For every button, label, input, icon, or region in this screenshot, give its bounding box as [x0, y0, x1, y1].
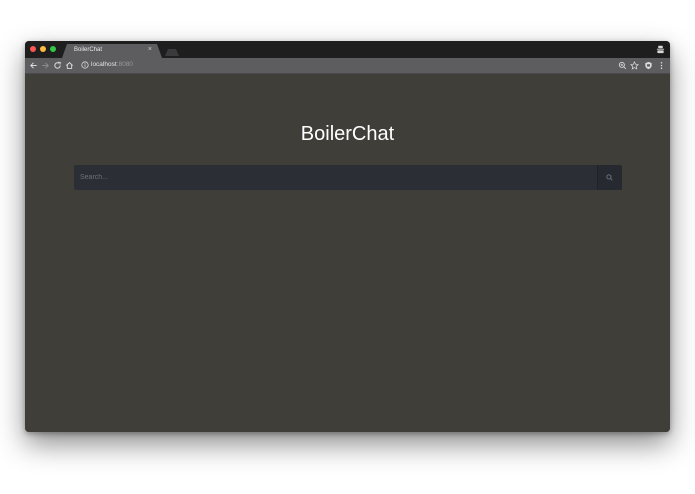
- browser-window: BoilerChat × localhost:8080 BoilerChat S…: [25, 41, 670, 432]
- tab-strip: BoilerChat ×: [25, 41, 670, 58]
- zoom-window-button[interactable]: [50, 46, 56, 52]
- url-host: localhost: [91, 61, 117, 68]
- url-port: :8080: [116, 61, 133, 68]
- tab-title: BoilerChat: [74, 47, 103, 53]
- tab-close-icon[interactable]: ×: [148, 46, 152, 54]
- url-text: localhost:8080: [91, 61, 133, 68]
- info-icon[interactable]: [81, 61, 89, 69]
- profile-icon[interactable]: [656, 45, 665, 54]
- star-icon[interactable]: [630, 61, 639, 70]
- page-content: BoilerChat: [25, 74, 670, 432]
- new-tab-button[interactable]: [165, 49, 179, 56]
- minimize-window-button[interactable]: [40, 46, 46, 52]
- menu-dots-icon[interactable]: [657, 61, 666, 70]
- search-button[interactable]: [597, 165, 622, 190]
- extension-shield-icon[interactable]: [644, 61, 653, 70]
- reload-icon[interactable]: [53, 61, 62, 70]
- window-controls: [30, 46, 56, 52]
- search-icon: [606, 174, 613, 181]
- browser-toolbar: localhost:8080: [25, 58, 670, 74]
- search-bar: [74, 165, 622, 190]
- zoom-icon[interactable]: [618, 61, 627, 70]
- address-bar[interactable]: localhost:8080: [78, 60, 638, 71]
- tab-boilerchat[interactable]: BoilerChat ×: [62, 44, 162, 58]
- back-icon[interactable]: [29, 61, 38, 70]
- home-icon[interactable]: [65, 61, 74, 70]
- page-title: BoilerChat: [300, 123, 395, 145]
- forward-icon[interactable]: [41, 61, 50, 70]
- close-window-button[interactable]: [30, 46, 36, 52]
- search-input[interactable]: [74, 165, 596, 190]
